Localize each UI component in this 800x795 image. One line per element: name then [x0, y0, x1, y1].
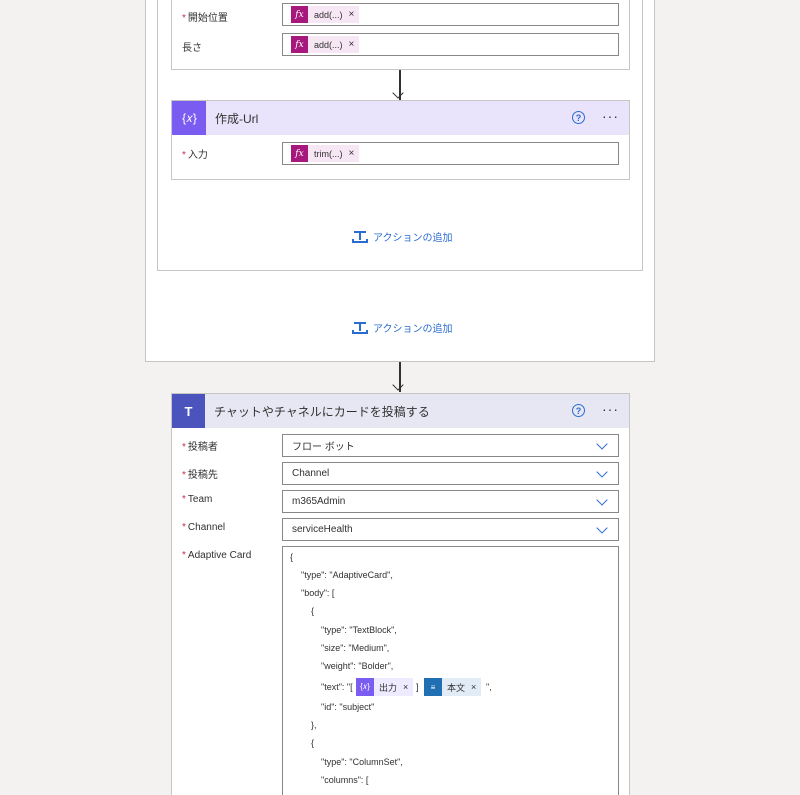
json-line: {	[311, 738, 315, 748]
arrow-down-icon	[392, 379, 404, 391]
start-position-label: * 開始位置	[182, 13, 228, 24]
length-field[interactable]: fx add(...) ×	[282, 33, 619, 56]
adaptive-card-label: * Adaptive Card	[182, 550, 252, 561]
input-label: * 入力	[182, 150, 208, 161]
compose-action-card: {𝑥} 作成-Url ? ··· * 入力 fx trim(...) ×	[171, 100, 630, 180]
post-in-select[interactable]: Channel	[282, 462, 619, 485]
expression-token[interactable]: fx add(...) ×	[291, 36, 360, 53]
poster-label: * 投稿者	[182, 442, 218, 453]
input-field[interactable]: fx trim(...) ×	[282, 142, 619, 165]
compose-card-header[interactable]: {𝑥} 作成-Url ? ···	[172, 101, 629, 135]
json-line: "text": "[	[321, 682, 353, 692]
chevron-down-icon	[596, 466, 608, 478]
json-line: "weight": "Bolder",	[321, 661, 394, 671]
more-options-icon[interactable]: ···	[602, 109, 619, 123]
add-action-button-inner[interactable]: アクションの追加	[352, 229, 453, 244]
team-select[interactable]: m365Admin	[282, 490, 619, 513]
remove-token-icon[interactable]: ×	[349, 148, 355, 159]
variable-icon: {𝑥}	[356, 678, 374, 696]
poster-select[interactable]: フロー ボット	[282, 434, 619, 457]
variable-icon: {𝑥}	[173, 101, 206, 135]
teams-card-header[interactable]: T チャットやチャネルにカードを投稿する ? ···	[172, 394, 629, 428]
start-position-field[interactable]: fx add(...) ×	[282, 3, 619, 26]
add-action-icon	[352, 230, 368, 244]
team-label: * Team	[182, 494, 213, 505]
json-line: {	[290, 552, 294, 562]
channel-select[interactable]: serviceHealth	[282, 518, 619, 541]
teams-post-card: T チャットやチャネルにカードを投稿する ? ··· * 投稿者 フロー ボット …	[171, 393, 630, 795]
help-icon[interactable]: ?	[572, 404, 585, 417]
fx-icon: fx	[291, 36, 308, 53]
json-line: },	[311, 720, 317, 730]
json-line: "columns": [	[321, 775, 369, 785]
channel-label: * Channel	[182, 522, 226, 533]
post-in-label: * 投稿先	[182, 470, 218, 481]
chevron-down-icon	[596, 522, 608, 534]
remove-token-icon[interactable]: ×	[349, 39, 355, 50]
json-line: "type": "TextBlock",	[321, 625, 397, 635]
chevron-down-icon	[596, 438, 608, 450]
add-action-icon	[352, 321, 368, 335]
fx-icon: fx	[291, 6, 308, 23]
compose-card-title: 作成-Url	[215, 111, 259, 126]
json-line: "type": "AdaptiveCard",	[301, 570, 393, 580]
more-options-icon[interactable]: ···	[602, 402, 619, 416]
length-label: 長さ	[182, 43, 202, 54]
top-action-card: * 開始位置 fx add(...) × 長さ fx add(...) ×	[171, 0, 630, 70]
json-line: {	[311, 606, 315, 616]
remove-token-icon[interactable]: ×	[403, 682, 408, 692]
outlook-icon: ≡	[424, 678, 442, 696]
json-line: "size": "Medium",	[321, 643, 390, 653]
teams-card-title: チャットやチャネルにカードを投稿する	[214, 404, 430, 419]
json-line: "body": [	[301, 588, 335, 598]
remove-token-icon[interactable]: ×	[471, 682, 476, 692]
help-icon[interactable]: ?	[572, 111, 585, 124]
json-line: "type": "ColumnSet",	[321, 757, 403, 767]
output-token[interactable]: {𝑥} 出力 ×	[356, 678, 414, 696]
teams-icon: T	[172, 394, 205, 428]
add-action-button-outer[interactable]: アクションの追加	[352, 320, 453, 335]
fx-icon: fx	[291, 145, 308, 162]
adaptive-card-editor[interactable]: { "type": "AdaptiveCard", "body": [ { "t…	[282, 546, 619, 795]
expression-token[interactable]: fx add(...) ×	[291, 6, 360, 23]
body-token[interactable]: ≡ 本文 ×	[424, 678, 482, 696]
remove-token-icon[interactable]: ×	[349, 9, 355, 20]
json-line: ",	[486, 682, 492, 692]
chevron-down-icon	[596, 494, 608, 506]
json-line: "id": "subject"	[321, 702, 375, 712]
expression-token[interactable]: fx trim(...) ×	[291, 145, 360, 162]
